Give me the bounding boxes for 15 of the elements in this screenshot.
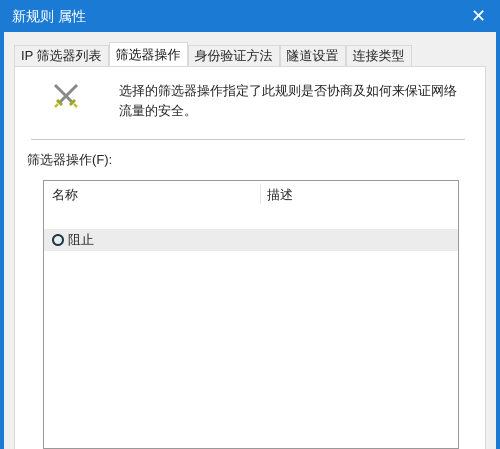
window-title: 新规则 属性 xyxy=(12,6,86,26)
tab[interactable]: 隧道设置 xyxy=(280,45,346,66)
column-header[interactable]: 描述 xyxy=(261,184,458,204)
close-button[interactable]: ✕ xyxy=(471,7,486,25)
description-text: 选择的筛选器操作指定了此规则是否协商及如何来保证网络流量的安全。 xyxy=(119,82,458,120)
crossed-swords-icon xyxy=(53,83,79,109)
column-header[interactable]: 名称 xyxy=(44,184,261,204)
tab[interactable]: 筛选器操作 xyxy=(108,42,188,66)
radio-button[interactable] xyxy=(52,234,64,246)
tab[interactable]: 连接类型 xyxy=(346,45,412,66)
list-row[interactable]: 阻止 xyxy=(44,228,458,250)
list-label: 筛选器操作(F): xyxy=(27,151,112,169)
action-name: 阻止 xyxy=(68,230,94,249)
tab[interactable]: 身份验证方法 xyxy=(188,45,280,66)
tab[interactable]: IP 筛选器列表 xyxy=(14,45,109,66)
